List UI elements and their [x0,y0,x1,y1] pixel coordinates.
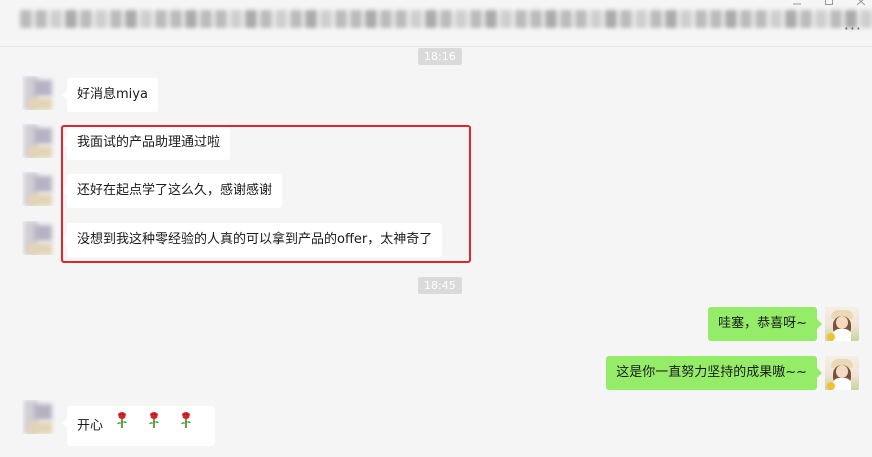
maximize-icon[interactable] [824,0,834,5]
rose-icon [147,406,161,446]
message-bubble-mine: 这是你一直努力坚持的成果嗷~~ [606,356,822,390]
minimize-icon[interactable] [792,0,802,5]
avatar[interactable] [22,76,56,110]
message-text: 开心 [77,418,104,434]
my-avatar[interactable] [825,356,859,390]
chat-title-blurred [20,10,872,32]
message-bubble-mine: 哇塞，恭喜呀~ [708,307,822,341]
timestamp: 18:16 [418,48,462,65]
message-bubble: 好消息miya [62,78,158,112]
highlight-box [61,125,471,263]
avatar[interactable] [22,172,56,206]
message-bubble: 开心 [61,406,216,446]
window-controls [792,0,866,6]
avatar[interactable] [22,400,56,434]
timestamp: 18:45 [418,277,462,294]
my-avatar[interactable] [825,307,859,341]
chat-header: ··· [0,0,872,47]
rose-icon [179,406,193,446]
avatar[interactable] [22,124,56,158]
rose-icon [115,406,129,446]
more-icon[interactable]: ··· [844,21,862,37]
avatar[interactable] [22,221,56,255]
close-icon[interactable] [856,0,866,6]
